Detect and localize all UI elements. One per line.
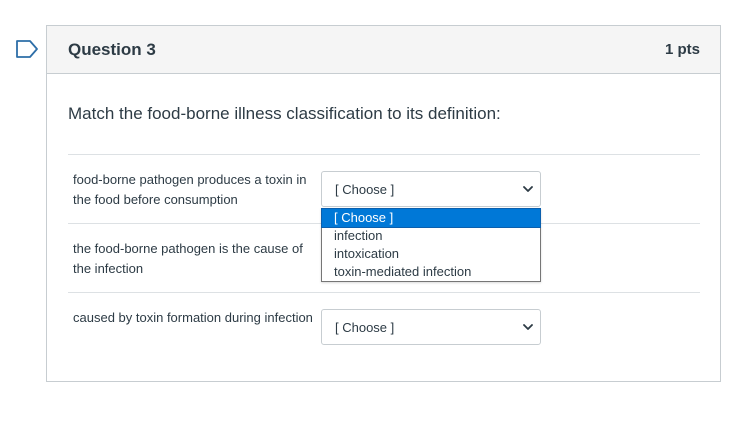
divider [68,154,700,155]
dropdown-option-infection[interactable]: infection [322,227,540,245]
flag-question-icon[interactable] [15,40,39,58]
answer-label-1: food-borne pathogen produces a toxin in … [73,172,307,207]
dropdown-option-toxin-mediated-infection[interactable]: toxin-mediated infection [322,263,540,281]
question-header: Question 3 1 pts [47,26,720,74]
dropdown-option-choose[interactable]: [ Choose ] [321,208,541,228]
answer-select-3[interactable]: [ Choose ] [321,309,541,345]
question-prompt: Match the food-borne illness classificat… [68,104,501,123]
select-value: [ Choose ] [335,181,395,197]
answer-select-2-dropdown[interactable]: [ Choose ] infection intoxication toxin-… [321,208,541,282]
chevron-down-icon [523,186,533,192]
question-points: 1 pts [664,41,700,58]
select-value: [ Choose ] [335,319,395,335]
answer-select-1[interactable]: [ Choose ] [321,171,541,207]
divider [68,292,700,293]
question-title: Question 3 [68,39,156,59]
answer-label-3: caused by toxin formation during infecti… [73,310,313,325]
chevron-down-icon [523,324,533,330]
dropdown-option-intoxication[interactable]: intoxication [322,245,540,263]
question-card: Question 3 1 pts Match the food-borne il… [46,25,721,382]
answer-label-2: the food-borne pathogen is the cause of … [73,241,303,276]
